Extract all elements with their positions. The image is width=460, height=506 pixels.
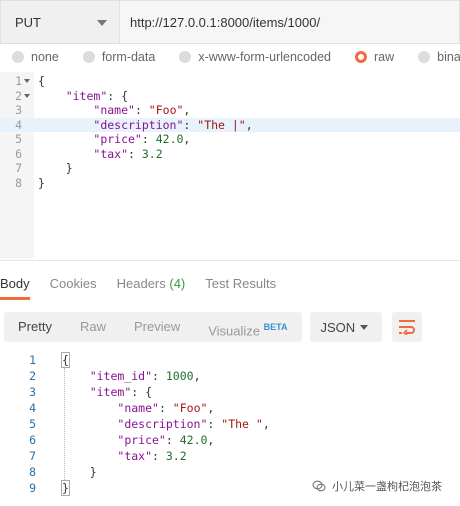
method-label: PUT [15, 14, 41, 30]
response-tabs: Body Cookies Headers (4) Test Results [0, 270, 460, 300]
chevron-down-icon [97, 20, 107, 26]
radio-icon [82, 51, 95, 63]
beta-badge: BETA [263, 322, 288, 332]
line-number: 6 [29, 433, 36, 447]
line-number: 1 [29, 353, 36, 367]
line-number: 7 [29, 449, 36, 463]
headers-count-badge: (4) [169, 276, 186, 291]
body-type-label: none [31, 50, 59, 64]
line-number: 7 [15, 161, 22, 175]
line-number: 9 [29, 481, 36, 495]
line-number: 4 [29, 401, 36, 415]
response-line: 3 "item": { [0, 384, 460, 400]
method-select[interactable]: PUT [0, 0, 120, 44]
pane-divider[interactable] [0, 260, 460, 261]
line-number: 5 [29, 417, 36, 431]
wrap-lines-button[interactable] [391, 312, 422, 342]
radio-icon [12, 51, 24, 63]
editor-line: 6 "tax": 3.2 [0, 147, 460, 162]
response-line: 5 "description": "The ", [0, 416, 460, 432]
body-type-form-data[interactable]: form-data [82, 50, 156, 64]
body-type-raw[interactable]: raw [355, 50, 394, 64]
format-label: JSON [320, 319, 356, 335]
editor-line: 7 } [0, 161, 460, 176]
wechat-icon [312, 480, 326, 492]
line-number: 8 [29, 465, 36, 479]
response-body-viewer[interactable]: 1 { 2 "item_id": 1000, 3 "item": { 4 "na… [0, 352, 460, 496]
response-toolbar: Pretty Raw Preview Visualize BETA JSON [0, 312, 460, 342]
watermark-text: 小儿菜一盏枸杞泡泡茶 [332, 481, 442, 493]
editor-line: 5 "price": 42.0, [0, 132, 460, 147]
body-type-none[interactable]: none [12, 50, 59, 64]
watermark: 小儿菜一盏枸杞泡泡茶 [312, 478, 442, 494]
tab-body[interactable]: Body [0, 270, 30, 300]
body-type-label: binary [437, 50, 460, 64]
editor-line: 8 } [0, 176, 460, 191]
radio-selected-icon [355, 51, 367, 63]
response-line: 7 "tax": 3.2 [0, 448, 460, 464]
view-mode-group: Pretty Raw Preview Visualize BETA [4, 312, 302, 342]
fold-arrow-icon[interactable] [24, 79, 30, 83]
view-preview-button[interactable]: Preview [120, 312, 194, 342]
request-body-editor[interactable]: 1 { 2 "item": { 3 "name": "Foo", 4 "desc… [0, 72, 460, 258]
editor-line: 3 "name": "Foo", [0, 103, 460, 118]
line-number: 5 [15, 132, 22, 146]
response-line: 2 "item_id": 1000, [0, 368, 460, 384]
tab-label: Headers [116, 276, 166, 291]
view-pretty-button[interactable]: Pretty [4, 312, 66, 342]
tab-cookies[interactable]: Cookies [50, 270, 97, 300]
visualize-label: Visualize [208, 323, 261, 339]
response-line: 1 { [0, 352, 460, 368]
body-type-selector: none form-data x-www-form-urlencoded raw… [0, 44, 460, 70]
body-type-urlencoded[interactable]: x-www-form-urlencoded [179, 50, 331, 64]
tab-headers[interactable]: Headers (4) [117, 270, 186, 300]
fold-arrow-icon[interactable] [24, 93, 30, 98]
view-visualize-button[interactable]: Visualize BETA [194, 312, 301, 342]
response-line: 6 "price": 42.0, [0, 432, 460, 448]
tab-label: Body [0, 276, 30, 291]
editor-line-active: 4 "description": "The |", [0, 117, 460, 132]
editor-line: 1 { [0, 74, 460, 89]
radio-icon [179, 51, 192, 63]
wrap-lines-icon [398, 320, 415, 335]
line-number: 8 [15, 175, 22, 190]
tab-label: Test Results [205, 276, 277, 291]
line-number: 3 [15, 103, 22, 117]
body-type-binary[interactable]: binary [418, 50, 460, 64]
line-number: 4 [15, 117, 22, 132]
tab-label: Cookies [49, 276, 97, 291]
body-type-label: x-www-form-urlencoded [198, 50, 331, 64]
view-raw-button[interactable]: Raw [66, 312, 120, 342]
body-type-label: raw [374, 50, 395, 64]
editor-line: 2 "item": { [0, 89, 460, 104]
body-type-label: form-data [101, 50, 156, 64]
tab-test-results[interactable]: Test Results [205, 270, 276, 300]
url-input[interactable]: http://127.0.0.1:8000/items/1000/ [120, 0, 460, 44]
request-bar: PUT http://127.0.0.1:8000/items/1000/ [0, 0, 460, 44]
format-select[interactable]: JSON [309, 312, 382, 342]
line-number: 1 [15, 74, 22, 88]
line-number: 2 [15, 88, 22, 103]
chevron-down-icon [359, 325, 368, 330]
line-number: 6 [15, 146, 22, 161]
line-number: 2 [29, 369, 36, 383]
line-number: 3 [29, 385, 36, 399]
radio-icon [418, 51, 431, 63]
response-line: 4 "name": "Foo", [0, 400, 460, 416]
